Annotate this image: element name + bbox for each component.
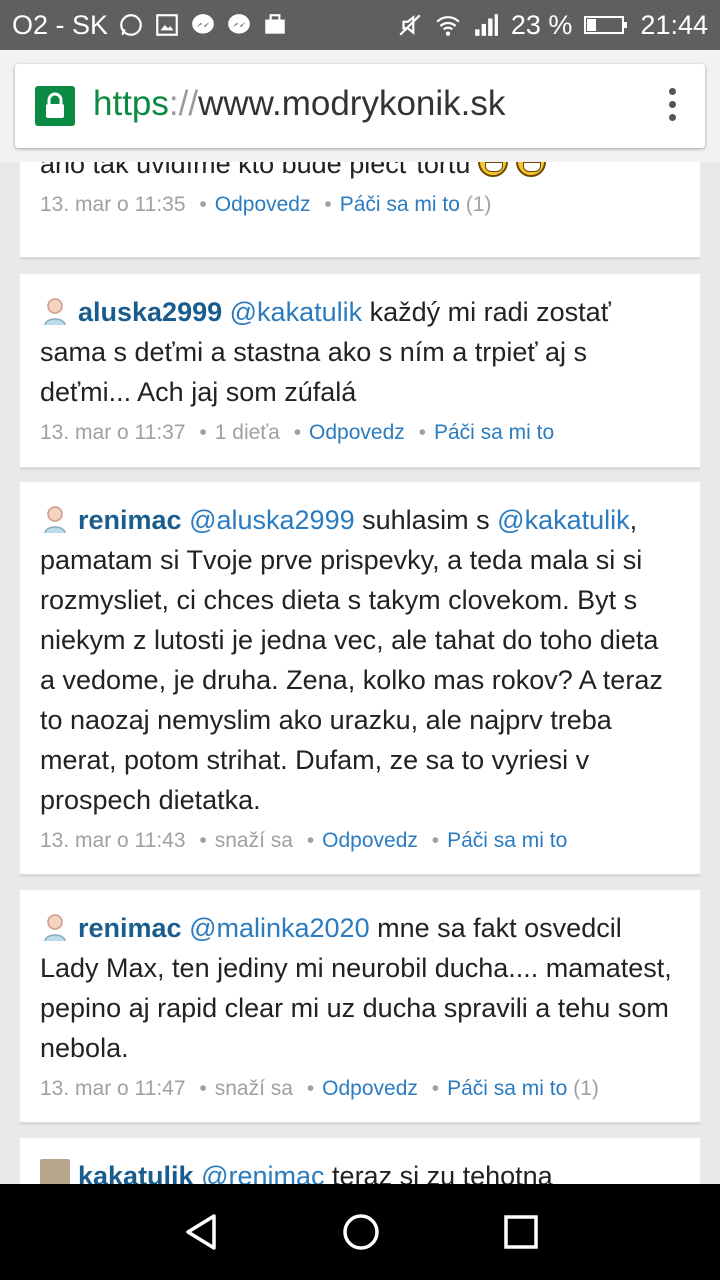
comment-meta: 13. mar o 11:37 • 1 dieťa • Odpovedz • Páči…	[40, 421, 555, 444]
laughing-emoji-icon	[516, 162, 547, 177]
comment-meta: 13. mar o 11:43 • snaží sa • Odpovedz • Páč…	[40, 829, 568, 852]
overflow-menu-icon[interactable]	[667, 88, 677, 124]
address-bar[interactable]: https://www.modrykonik.sk	[15, 64, 705, 148]
comment-card: áno tak uvidíme kto bude piecť tortu 13.…	[20, 162, 700, 260]
comment-text: teraz si zu tehotna	[324, 1161, 553, 1184]
carrier-label: O2 - SK	[12, 9, 109, 40]
reply-link[interactable]: Odpovedz	[309, 421, 405, 444]
browser-toolbar: https://www.modrykonik.sk	[0, 50, 720, 162]
user-status: snaží sa	[214, 829, 293, 852]
like-count: (1)	[573, 1077, 599, 1100]
comment-time: 13. mar o 11:47	[40, 1077, 186, 1100]
comment-card: renimac @aluska2999 suhlasim s @kakatuli…	[20, 482, 700, 877]
comment-time: 13. mar o 11:43	[40, 829, 186, 852]
mention-link[interactable]: @malinka2020	[189, 913, 370, 943]
user-avatar-icon[interactable]	[40, 911, 70, 942]
comment-card: kakatulik @renimac teraz si zu tehotna	[20, 1138, 700, 1184]
briefcase-icon	[262, 12, 288, 38]
clock: 21:44	[640, 9, 708, 40]
comment-meta: 13. mar o 11:35 • Odpovedz • Páči sa mi to…	[40, 193, 492, 216]
comment-text: suhlasim s	[354, 505, 498, 535]
url-host: www.modrykonik.sk	[198, 84, 506, 123]
home-icon[interactable]	[339, 1210, 383, 1254]
mention-link[interactable]: @aluska2999	[189, 505, 355, 535]
like-link[interactable]: Páči sa mi to	[340, 193, 460, 216]
comment-text: áno tak uvidíme kto bude piecť tortu	[40, 162, 471, 179]
like-link[interactable]: Páči sa mi to	[447, 829, 567, 852]
signal-icon	[473, 12, 499, 38]
comment-feed: áno tak uvidíme kto bude piecť tortu 13.…	[0, 162, 720, 1184]
gallery-icon	[154, 12, 180, 38]
battery-percent: 23 %	[510, 9, 573, 40]
url-scheme: https	[93, 84, 169, 123]
user-status: snaží sa	[214, 1077, 293, 1100]
lock-icon[interactable]	[35, 86, 75, 126]
mute-icon	[397, 12, 423, 38]
user-avatar-icon[interactable]	[40, 295, 70, 326]
comment-card: aluska2999 @kakatulik každý mi radi zost…	[20, 274, 700, 470]
whatsapp-icon	[118, 12, 144, 38]
wifi-icon	[435, 12, 461, 38]
comment-author[interactable]: renimac	[78, 913, 182, 943]
user-avatar-icon[interactable]	[40, 503, 70, 534]
comment-author[interactable]: kakatulik	[78, 1161, 194, 1184]
reply-link[interactable]: Odpovedz	[322, 1077, 418, 1100]
messenger-icon	[226, 12, 252, 38]
comment-card: renimac @malinka2020 mne sa fakt osvedci…	[20, 890, 700, 1125]
back-icon[interactable]	[180, 1210, 224, 1254]
battery-icon	[584, 12, 628, 38]
status-bar: O2 - SK 23 % 21:44	[0, 0, 720, 50]
like-link[interactable]: Páči sa mi to	[447, 1077, 567, 1100]
url-separator: ://	[168, 84, 199, 123]
mention-link[interactable]: @kakatulik	[497, 505, 629, 535]
reply-link[interactable]: Odpovedz	[215, 193, 311, 216]
url-text[interactable]: https://www.modrykonik.sk	[93, 84, 505, 124]
user-avatar-icon[interactable]	[40, 1159, 70, 1184]
navigation-bar	[0, 1184, 720, 1280]
comment-text: , pamatam si Tvoje prve prispevky, a ted…	[40, 505, 663, 815]
mention-link[interactable]: @renimac	[201, 1161, 324, 1184]
like-count: (1)	[465, 193, 492, 216]
comment-author[interactable]: aluska2999	[78, 297, 222, 327]
comment-meta: 13. mar o 11:47 • snaží sa • Odpovedz • Páč…	[40, 1077, 599, 1100]
comment-author[interactable]: renimac	[78, 505, 182, 535]
user-status: 1 dieťa	[214, 421, 280, 444]
messenger-icon	[190, 12, 216, 38]
like-link[interactable]: Páči sa mi to	[434, 421, 554, 444]
laughing-emoji-icon	[478, 162, 509, 177]
mention-link[interactable]: @kakatulik	[230, 297, 362, 327]
comment-time: 13. mar o 11:35	[40, 193, 186, 216]
comment-time: 13. mar o 11:37	[40, 421, 186, 444]
reply-link[interactable]: Odpovedz	[322, 829, 418, 852]
recents-icon[interactable]	[499, 1210, 543, 1254]
